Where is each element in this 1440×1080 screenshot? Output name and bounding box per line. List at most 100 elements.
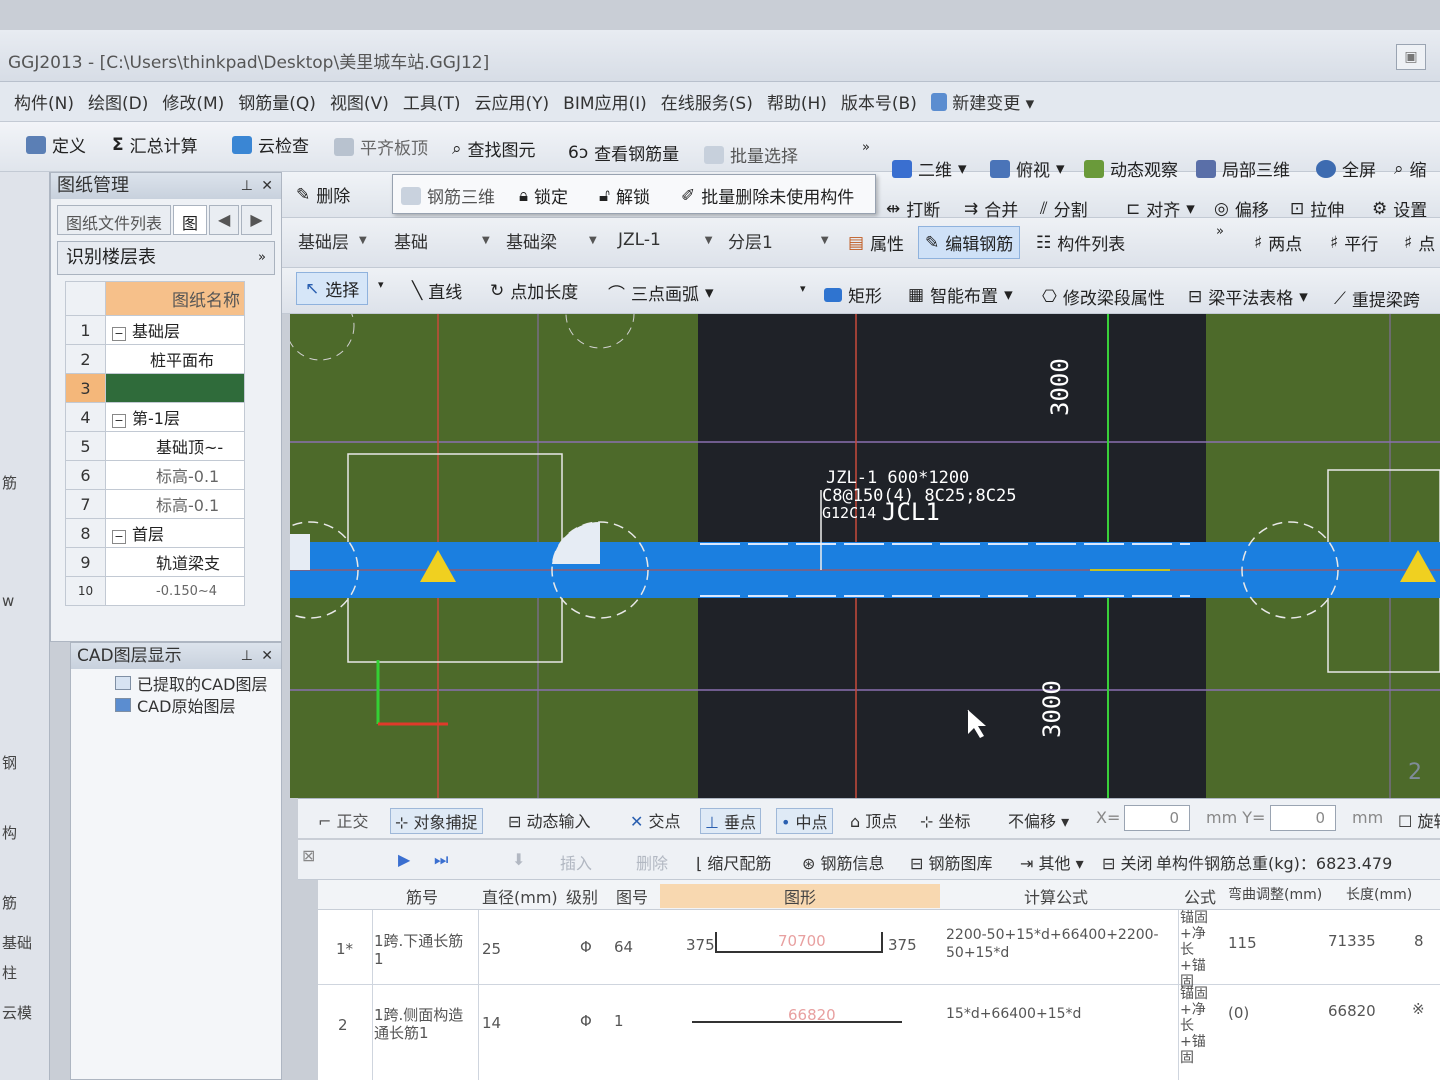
menu-modify[interactable]: 修改(M) <box>162 89 224 114</box>
rebar-info-button[interactable]: ⊛ 钢筋信息 <box>802 850 885 874</box>
ruler-button[interactable]: ⌊ 缩尺配筋 <box>696 850 771 874</box>
properties-button[interactable]: ▤ 属性 <box>848 230 904 256</box>
x-input[interactable]: 0 <box>1124 805 1190 831</box>
perpendicular-toggle[interactable]: ⊥ 垂点 <box>700 808 762 834</box>
table-row[interactable]: 5 基础顶~- <box>65 431 245 461</box>
collapse-icon[interactable]: − <box>112 414 126 428</box>
menu-component[interactable]: 构件(N) <box>14 89 74 114</box>
column-header[interactable]: 图纸名称 <box>105 281 245 316</box>
cad-layer-extracted[interactable]: 已提取的CAD图层 <box>115 671 267 695</box>
beam-table-button[interactable]: ⊟ 梁平法表格 ▾ <box>1188 284 1308 310</box>
col-formula-desc[interactable]: 公式 <box>1184 884 1216 908</box>
tab-drawing-files[interactable]: 图纸文件列表 <box>57 205 172 235</box>
smart-layout-button[interactable]: ▦ 智能布置 ▾ <box>908 282 1013 308</box>
batch-select-button[interactable]: 批量选择 <box>704 142 798 167</box>
re-span-button[interactable]: ⟋ 重提梁跨 <box>1334 286 1420 312</box>
sublayer-combo[interactable]: 分层1 ▼ <box>728 226 829 254</box>
offset-mode-select[interactable]: 不偏移 ▾ <box>1008 808 1069 832</box>
collapse-icon[interactable]: − <box>112 530 126 544</box>
delete-row-button[interactable]: 删除 <box>636 850 668 874</box>
table-row[interactable]: 9 轨道梁支 <box>65 547 245 577</box>
col-length[interactable]: 长度(mm) <box>1346 884 1412 904</box>
ortho-toggle[interactable]: ⌐ 正交 <box>318 808 369 832</box>
cloud-check-button[interactable]: 云检查 <box>232 132 309 157</box>
intersect-toggle[interactable]: ✕ 交点 <box>630 808 681 832</box>
length-cell[interactable]: 66820 <box>1328 1002 1376 1020</box>
tab-prev-icon[interactable]: ◀ <box>209 205 240 235</box>
shape-mid-dim[interactable]: 66820 <box>788 1006 836 1024</box>
rect-button[interactable]: 矩形 <box>824 282 882 307</box>
edit-rebar-button[interactable]: ✎ 编辑钢筋 <box>918 226 1021 259</box>
menu-cloud[interactable]: 云应用(Y) <box>475 89 550 114</box>
rebar3d-button[interactable]: 钢筋三维 <box>401 183 495 208</box>
two-points-button[interactable]: ♯ 两点 <box>1254 230 1302 256</box>
tab-drawing[interactable]: 图 <box>173 205 208 235</box>
fig-no-cell[interactable]: 1 <box>614 1012 624 1030</box>
rebar-library-button[interactable]: ⊟ 钢筋图库 <box>910 850 993 874</box>
y-input[interactable]: 0 <box>1270 805 1336 831</box>
formula-cell[interactable]: 2200-50+15*d+66400+2200-50+15*d <box>946 926 1170 962</box>
delete-button[interactable]: ✎ 删除 <box>296 182 350 208</box>
menu-version[interactable]: 版本号(B) <box>841 89 917 114</box>
table-row[interactable]: 4− 第-1层 <box>65 402 245 432</box>
arc-button[interactable]: ⌒ 三点画弧 ▾ <box>608 280 714 306</box>
flat-slab-button[interactable]: 平齐板顶 <box>334 134 428 159</box>
find-button[interactable]: ⌕ 查找图元 <box>452 136 536 162</box>
unlock-button[interactable]: 🔓︎ 解锁 <box>599 183 650 209</box>
fig-no-cell[interactable]: 64 <box>614 938 633 956</box>
col-fig-no[interactable]: 图号 <box>616 884 648 908</box>
col-formula[interactable]: 计算公式 <box>1024 884 1088 908</box>
menu-rebar-qty[interactable]: 钢筋量(Q) <box>238 89 316 114</box>
col-bend[interactable]: 弯曲调整(mm) <box>1228 884 1322 904</box>
element-combo[interactable]: JZL-1 ▼ <box>618 226 713 254</box>
other-button[interactable]: ⇥ 其他 ▾ <box>1020 850 1084 874</box>
parallel-button[interactable]: ♯ 平行 <box>1330 230 1378 256</box>
tab-next-icon[interactable]: ▶ <box>241 205 272 235</box>
snap-toggle[interactable]: ⊹ 对象捕捉 <box>390 808 483 834</box>
close-icon[interactable]: ✕ <box>261 643 273 669</box>
table-row[interactable]: 10 -0.150~4 <box>65 576 245 606</box>
diameter-cell[interactable]: 14 <box>482 1014 501 1032</box>
rebar-name-cell[interactable]: 1跨.下通长筋1 <box>374 932 470 968</box>
toolbar3-overflow-button[interactable]: » <box>1216 224 1224 239</box>
table-row[interactable]: 7 标高-0.1 <box>65 489 245 519</box>
collapse-icon[interactable]: − <box>112 327 126 341</box>
menu-view[interactable]: 视图(V) <box>330 89 389 114</box>
diameter-cell[interactable]: 25 <box>482 940 501 958</box>
insert-button[interactable]: 插入 <box>560 850 592 874</box>
zoom-button[interactable]: ⌕ 缩 <box>1394 156 1427 182</box>
menu-bim[interactable]: BIM应用(I) <box>563 89 647 114</box>
midpoint-toggle[interactable]: • 中点 <box>776 808 833 834</box>
col-rebar-no[interactable]: 筋号 <box>406 884 438 908</box>
rotate-toggle[interactable]: ☐ 旋转 <box>1398 808 1440 832</box>
top-view-button[interactable]: 俯视 ▾ <box>990 156 1065 181</box>
select-dropdown[interactable]: ▾ <box>378 278 384 291</box>
rebar-name-cell[interactable]: 1跨.侧面构造通长筋1 <box>374 1006 470 1042</box>
point-angle-button[interactable]: ♯ 点 <box>1404 230 1435 256</box>
shape-left-dim[interactable]: 375 <box>686 936 715 954</box>
view-rebar-button[interactable]: 6ↄ 查看钢筋量 <box>568 140 679 166</box>
category-combo[interactable]: 基础 ▼ <box>394 226 494 254</box>
menu-tools[interactable]: 工具(T) <box>403 89 461 114</box>
formula-cell[interactable]: 15*d+66400+15*d <box>946 1006 1081 1022</box>
close-button[interactable]: ⊟ 关闭 <box>1102 850 1153 874</box>
menu-online[interactable]: 在线服务(S) <box>661 89 753 114</box>
grade-cell[interactable]: Φ <box>580 938 592 956</box>
fullscreen-button[interactable]: 全屏 <box>1316 156 1376 181</box>
extra-cell[interactable]: ※ <box>1412 1000 1425 1018</box>
close-icon[interactable]: ✕ <box>261 173 273 199</box>
select-button[interactable]: ↖ 选择 <box>296 272 369 305</box>
pin-icon[interactable]: ⊥ <box>241 173 253 199</box>
line-button[interactable]: ╲ 直线 <box>412 278 462 304</box>
bend-cell[interactable]: (0) <box>1228 1004 1249 1022</box>
sum-button[interactable]: Σ 汇总计算 <box>112 132 198 158</box>
local3d-button[interactable]: 局部三维 <box>1196 156 1290 181</box>
menu-draw[interactable]: 绘图(D) <box>88 89 148 114</box>
col-shape[interactable]: 图形 <box>660 884 940 908</box>
table-row-selected[interactable]: 3 <box>65 373 245 403</box>
cad-layer-original[interactable]: CAD原始图层 <box>115 693 235 717</box>
coord-toggle[interactable]: ⊹ 坐标 <box>920 808 971 832</box>
drawing-canvas[interactable]: JZL-1 600*1200 C8@150(4) 8C25;8C25 G12C1… <box>290 314 1440 798</box>
panel-toggle-icon[interactable]: ⊠ <box>302 846 315 865</box>
col-grade[interactable]: 级别 <box>566 884 598 908</box>
